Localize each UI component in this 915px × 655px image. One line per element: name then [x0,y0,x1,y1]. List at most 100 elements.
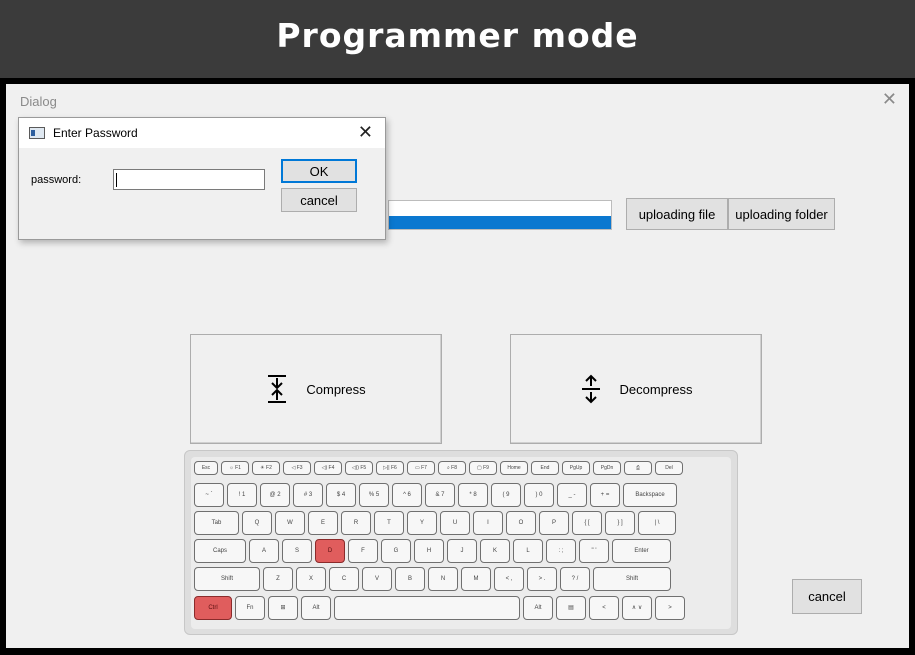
keyboard-key: ☼ F1 [221,461,249,475]
password-dialog-close-icon[interactable]: ✕ [358,123,373,141]
keyboard-key: R [341,511,371,535]
keyboard-key: $ 4 [326,483,356,507]
keyboard-key: Alt [301,596,331,620]
decompress-label: Decompress [619,381,693,397]
keyboard-key: E [308,511,338,535]
keyboard-key: Q [242,511,272,535]
keyboard-key: ▭ F7 [407,461,435,475]
keyboard-key: * 8 [458,483,488,507]
keyboard-key: F [348,539,378,563]
keyboard-key: < , [494,567,524,591]
dialog-close-icon[interactable]: ✕ [882,90,897,108]
keyboard-key: @ 2 [260,483,290,507]
keyboard-key: ~ ` [194,483,224,507]
decompress-icon [581,374,600,404]
keyboard-key: % 5 [359,483,389,507]
keyboard-key: G [381,539,411,563]
keyboard-key: D [315,539,345,563]
keyboard-key: H [414,539,444,563]
keyboard-key: ⊞ [268,596,298,620]
banner-title: Programmer mode [276,16,639,55]
keyboard-key: ^ 6 [392,483,422,507]
keyboard-key: Shift [194,567,260,591]
keyboard-key: Z [263,567,293,591]
keyboard-key: ( 9 [491,483,521,507]
upload-progress-bar [388,200,612,230]
uploading-folder-button[interactable]: uploading folder [728,198,835,230]
keyboard-key: V [362,567,392,591]
keyboard-key: Del [655,461,683,475]
keyboard-key [334,596,520,620]
keyboard-key: _ - [557,483,587,507]
keyboard-key: Caps [194,539,246,563]
keyboard-key: Ctrl [194,596,232,620]
uploading-file-button[interactable]: uploading file [626,198,728,230]
keyboard-key: # 3 [293,483,323,507]
keyboard-key: Home [500,461,528,475]
keyboard-key: ⌕ F8 [438,461,466,475]
keyboard-key: PgDn [593,461,621,475]
keyboard-key: K [480,539,510,563]
keyboard-key: < [589,596,619,620]
keyboard-key: > [655,596,685,620]
keyboard-key: I [473,511,503,535]
keyboard-key: ! 1 [227,483,257,507]
keyboard-key: ▤ [556,596,586,620]
keyboard-key: ☀ F2 [252,461,280,475]
text-caret [116,173,117,187]
compress-icon [268,375,287,403]
keyboard-key: C [329,567,359,591]
keyboard-key: | \ [638,511,676,535]
keyboard-key: PgUp [562,461,590,475]
compress-label: Compress [306,381,366,397]
keyboard-key: Y [407,511,437,535]
window-app-icon [29,127,45,139]
password-dialog-titlebar: Enter Password ✕ [19,118,385,148]
keyboard-key: Shift [593,567,671,591]
keyboard-key: > . [527,567,557,591]
keyboard-key: X [296,567,326,591]
keyboard-key: } ] [605,511,635,535]
keyboard-key: L [513,539,543,563]
keyboard-key: Fn [235,596,265,620]
keyboard-key: ? / [560,567,590,591]
keyboard-key: B [395,567,425,591]
password-input[interactable] [113,169,265,190]
keyboard-key: Enter [612,539,671,563]
keyboard-key: A [249,539,279,563]
upload-progress-fill [389,216,611,229]
keyboard-key: ▢ F9 [469,461,497,475]
keyboard-key: ⎙ [624,461,652,475]
keyboard-key: U [440,511,470,535]
ok-button[interactable]: OK [281,159,357,183]
keyboard-key: ∧ ∨ [622,596,652,620]
keyboard-key: Backspace [623,483,677,507]
keyboard-key: Esc [194,461,218,475]
keyboard-key: ◁ F3 [283,461,311,475]
keyboard-key: ▷|| F6 [376,461,404,475]
keyboard-key: T [374,511,404,535]
compress-button[interactable]: Compress [190,334,442,444]
keyboard-key: + = [590,483,620,507]
keyboard-key: : ; [546,539,576,563]
keyboard-key: Tab [194,511,239,535]
keyboard-key: S [282,539,312,563]
keyboard-key: J [447,539,477,563]
banner: Programmer mode [0,0,915,78]
keyboard-key: & 7 [425,483,455,507]
keyboard-key: ◁)) F5 [345,461,373,475]
decompress-button[interactable]: Decompress [510,334,762,444]
keyboard-key: " ' [579,539,609,563]
keyboard-key: N [428,567,458,591]
keyboard-key: W [275,511,305,535]
keyboard-key: ◁) F4 [314,461,342,475]
keyboard-key: Alt [523,596,553,620]
password-dialog-title: Enter Password [53,126,138,140]
keyboard-body: Esc ☼ F1 ☀ F2 ◁ F3 ◁) F4 ◁)) F5 ▷|| F6 ▭ F7 ⌕ F8… [191,457,731,629]
password-cancel-button[interactable]: cancel [281,188,357,212]
keyboard-key: P [539,511,569,535]
keyboard-key: M [461,567,491,591]
dialog-title: Dialog [20,94,57,109]
cancel-button[interactable]: cancel [792,579,862,614]
keyboard-key: O [506,511,536,535]
